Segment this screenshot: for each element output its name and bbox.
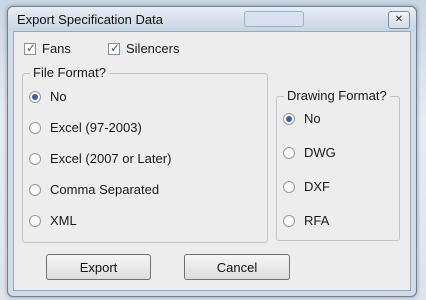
title-bar[interactable]: Export Specification Data ✕ — [8, 7, 416, 31]
radio-button[interactable] — [283, 112, 295, 125]
file-format-option-excel-97[interactable]: Excel (97-2003) — [29, 120, 142, 135]
option-label: Comma Separated — [50, 182, 160, 197]
checkmark-icon: ✓ — [26, 40, 37, 55]
drawing-format-option-dwg[interactable]: DWG — [283, 145, 336, 160]
background-tab — [244, 11, 304, 27]
export-button[interactable]: Export — [46, 254, 151, 280]
drawing-format-option-rfa[interactable]: RFA — [283, 213, 329, 228]
drawing-format-label: Drawing Format? — [284, 88, 390, 103]
cancel-button[interactable]: Cancel — [184, 254, 290, 280]
radio-button[interactable] — [283, 214, 295, 227]
radio-button[interactable] — [29, 214, 41, 227]
file-format-label: File Format? — [30, 65, 109, 80]
drawing-format-option-no[interactable]: No — [283, 111, 321, 126]
radio-button[interactable] — [29, 90, 41, 103]
close-icon: ✕ — [394, 14, 404, 25]
drawing-format-group: Drawing Format? No DWG DXF RFA — [276, 88, 400, 241]
fans-label: Fans — [42, 41, 71, 56]
option-label: DXF — [304, 179, 330, 194]
silencers-checkbox[interactable]: ✓ Silencers — [108, 41, 179, 56]
file-format-option-xml[interactable]: XML — [29, 213, 77, 228]
file-format-option-csv[interactable]: Comma Separated — [29, 182, 159, 197]
fans-checkbox[interactable]: ✓ Fans — [24, 41, 71, 56]
file-format-option-no[interactable]: No — [29, 89, 67, 104]
drawing-format-option-dxf[interactable]: DXF — [283, 179, 330, 194]
radio-button[interactable] — [29, 183, 41, 196]
option-label: XML — [50, 213, 77, 228]
radio-button[interactable] — [283, 146, 295, 159]
option-label: Excel (2007 or Later) — [50, 151, 172, 166]
dialog-body: ✓ Fans ✓ Silencers File Format? No Excel… — [13, 31, 411, 291]
silencers-label: Silencers — [126, 41, 180, 56]
option-label: No — [304, 111, 321, 126]
file-format-option-excel-2007[interactable]: Excel (2007 or Later) — [29, 151, 171, 166]
export-dialog: Export Specification Data ✕ ✓ Fans ✓ Sil… — [7, 6, 417, 297]
radio-button[interactable] — [29, 121, 41, 134]
option-label: DWG — [304, 145, 336, 160]
close-button[interactable]: ✕ — [388, 11, 410, 29]
option-label: RFA — [304, 213, 330, 228]
file-format-group: File Format? No Excel (97-2003) Excel (2… — [22, 65, 268, 243]
window-title: Export Specification Data — [17, 12, 163, 27]
checkmark-icon: ✓ — [110, 40, 121, 55]
option-label: Excel (97-2003) — [50, 120, 142, 135]
option-label: No — [50, 89, 67, 104]
fans-checkbox-box[interactable]: ✓ — [24, 40, 37, 55]
radio-button[interactable] — [29, 152, 41, 165]
radio-button[interactable] — [283, 180, 295, 193]
silencers-checkbox-box[interactable]: ✓ — [108, 40, 121, 55]
